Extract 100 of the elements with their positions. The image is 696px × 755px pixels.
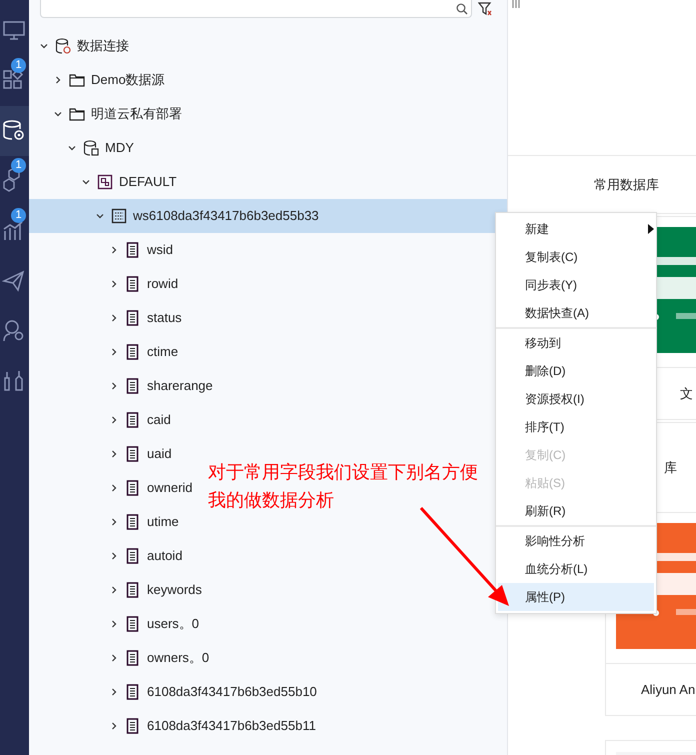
tree-label: 数据连接 bbox=[77, 37, 129, 56]
tree-item[interactable]: MDY bbox=[65, 131, 134, 165]
search-field[interactable] bbox=[40, 0, 472, 18]
collapse-caret-icon[interactable] bbox=[40, 42, 48, 50]
menu-item[interactable]: 数据快查(A) bbox=[498, 299, 654, 327]
collapse-caret-icon[interactable] bbox=[54, 110, 62, 118]
menu-item[interactable]: 移动到 bbox=[498, 329, 654, 357]
tree-item[interactable]: ws6108da3f43417b6b3ed55b33 bbox=[93, 199, 319, 233]
tree-item[interactable]: Demo数据源 bbox=[51, 63, 165, 97]
expand-caret-icon[interactable] bbox=[110, 314, 118, 322]
tree-label: ws6108da3f43417b6b3ed55b33 bbox=[133, 207, 319, 226]
menu-item[interactable]: 血统分析(L) bbox=[498, 555, 654, 583]
tree-item[interactable]: uaid bbox=[107, 437, 172, 471]
tree-label: wsid bbox=[147, 241, 174, 260]
collapse-caret-icon[interactable] bbox=[82, 178, 90, 186]
tree-label: ownerid bbox=[147, 479, 193, 498]
tree-label: MDY bbox=[105, 139, 134, 158]
tree-item[interactable]: wsid bbox=[107, 233, 174, 267]
menu-item[interactable]: 影响性分析 bbox=[498, 527, 654, 555]
user-gear-icon bbox=[2, 319, 26, 343]
expand-caret-icon[interactable] bbox=[110, 620, 118, 628]
field-icon bbox=[125, 480, 141, 496]
tree-item[interactable]: sharerange bbox=[107, 369, 213, 403]
expand-caret-icon[interactable] bbox=[110, 518, 118, 526]
tree-item[interactable]: owners。0 bbox=[107, 641, 210, 675]
folder-icon bbox=[69, 72, 85, 88]
monitor-icon bbox=[2, 19, 26, 43]
expand-caret-icon[interactable] bbox=[110, 586, 118, 594]
expand-caret-icon[interactable] bbox=[110, 416, 118, 424]
count-badge: 1 bbox=[11, 208, 26, 223]
field-icon bbox=[125, 412, 141, 428]
tree-label: owners。0 bbox=[147, 649, 210, 668]
tree-label: 6108da3f43417b6b3ed55b10 bbox=[147, 683, 317, 702]
count-badge: 1 bbox=[11, 158, 26, 173]
tree-label: 明道云私有部署 bbox=[91, 105, 182, 124]
field-icon bbox=[125, 548, 141, 564]
tree-item[interactable]: ownerid bbox=[107, 471, 193, 505]
menu-item[interactable]: 资源授权(I) bbox=[498, 385, 654, 413]
tree-item[interactable]: 数据连接 bbox=[37, 29, 129, 63]
tree-item[interactable]: 6108da3f43417b6b3ed55b10 bbox=[107, 675, 317, 709]
tree-item[interactable]: utime bbox=[107, 505, 179, 539]
count-badge: 1 bbox=[11, 58, 26, 73]
tree-item[interactable]: ctime bbox=[107, 335, 178, 369]
expand-caret-icon[interactable] bbox=[110, 688, 118, 696]
menu-item[interactable]: 新建 bbox=[498, 215, 654, 243]
tree-label: keywords bbox=[147, 581, 202, 600]
collapse-caret-icon[interactable] bbox=[96, 212, 104, 220]
tree-item[interactable]: users。0 bbox=[107, 607, 200, 641]
sidebar-item[interactable] bbox=[0, 106, 29, 156]
tree-item[interactable]: 明道云私有部署 bbox=[51, 97, 182, 131]
field-icon bbox=[125, 684, 141, 700]
paper-plane-icon bbox=[2, 269, 26, 293]
expand-caret-icon[interactable] bbox=[110, 382, 118, 390]
field-icon bbox=[125, 616, 141, 632]
expand-caret-icon[interactable] bbox=[110, 722, 118, 730]
tree-label: Demo数据源 bbox=[91, 71, 165, 90]
tools-icon bbox=[2, 369, 26, 393]
field-icon bbox=[125, 446, 141, 462]
search-icon[interactable] bbox=[456, 2, 468, 14]
tree-item[interactable]: 6108da3f43417b6b3ed55b11 bbox=[107, 709, 316, 743]
menu-item[interactable]: 同步表(Y) bbox=[498, 271, 654, 299]
tree-item[interactable]: rowid bbox=[107, 267, 178, 301]
filter-icon[interactable] bbox=[478, 2, 492, 16]
tree-label: caid bbox=[147, 411, 171, 430]
expand-caret-icon[interactable] bbox=[110, 246, 118, 254]
tree-item[interactable]: caid bbox=[107, 403, 171, 437]
menu-item[interactable]: 复制表(C) bbox=[498, 243, 654, 271]
tree-label: DEFAULT bbox=[119, 173, 177, 192]
card-title: 文 bbox=[680, 384, 693, 403]
card-title: 库 bbox=[664, 458, 677, 477]
folder-icon bbox=[69, 106, 85, 122]
expand-caret-icon[interactable] bbox=[54, 76, 62, 84]
expand-caret-icon[interactable] bbox=[110, 280, 118, 288]
section-title: 常用数据库 bbox=[594, 176, 659, 194]
tree-label: sharerange bbox=[147, 377, 213, 396]
expand-caret-icon[interactable] bbox=[110, 348, 118, 356]
card-title: Aliyun An bbox=[641, 680, 696, 699]
tree-label: uaid bbox=[147, 445, 172, 464]
expand-caret-icon[interactable] bbox=[110, 484, 118, 492]
field-icon bbox=[125, 242, 141, 258]
tree-item[interactable]: autoid bbox=[107, 539, 182, 573]
tree-label: utime bbox=[147, 513, 179, 532]
field-icon bbox=[125, 582, 141, 598]
table-icon bbox=[111, 208, 127, 224]
menu-item[interactable]: 排序(T) bbox=[498, 413, 654, 441]
grip-icon[interactable] bbox=[512, 0, 521, 9]
tree-item[interactable]: keywords bbox=[107, 573, 202, 607]
menu-item[interactable]: 删除(D) bbox=[498, 357, 654, 385]
database-icon bbox=[83, 140, 99, 156]
field-icon bbox=[125, 718, 141, 734]
expand-caret-icon[interactable] bbox=[110, 654, 118, 662]
expand-caret-icon[interactable] bbox=[110, 450, 118, 458]
tree-item[interactable]: DEFAULT bbox=[79, 165, 177, 199]
collapse-caret-icon[interactable] bbox=[68, 144, 76, 152]
field-icon bbox=[125, 514, 141, 530]
menu-item[interactable]: 刷新(R) bbox=[498, 497, 654, 525]
tree-item[interactable]: status bbox=[107, 301, 182, 335]
field-icon bbox=[125, 344, 141, 360]
expand-caret-icon[interactable] bbox=[110, 552, 118, 560]
menu-item[interactable]: 属性(P) bbox=[498, 583, 654, 611]
